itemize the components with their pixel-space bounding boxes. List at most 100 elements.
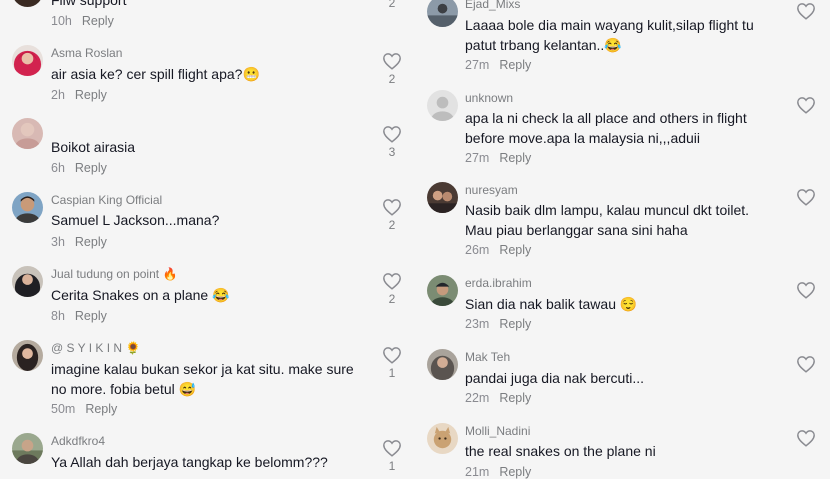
- like-button[interactable]: [795, 281, 817, 299]
- avatar[interactable]: [427, 182, 458, 213]
- avatar[interactable]: [12, 192, 43, 223]
- comment-meta: 2h Reply: [51, 88, 107, 102]
- comment-username[interactable]: Caspian King Official: [51, 193, 162, 207]
- comment-username[interactable]: Ejad_Mixs: [465, 0, 520, 11]
- reply-button[interactable]: Reply: [499, 317, 531, 331]
- comment-time: 6h: [51, 161, 65, 175]
- heart-icon: [797, 356, 815, 373]
- reply-button[interactable]: Reply: [75, 309, 107, 323]
- comment-meta: 26m Reply: [465, 243, 531, 257]
- comment-time: 10h: [51, 14, 72, 28]
- like-count: 1: [388, 366, 396, 380]
- comment-meta: 8h Reply: [51, 309, 107, 323]
- comment-meta: 22m Reply: [465, 391, 531, 405]
- comment-username[interactable]: @ S Y I K I N 🌻: [51, 341, 140, 355]
- comment-username[interactable]: Mak Teh: [465, 350, 510, 364]
- reply-button[interactable]: Reply: [75, 88, 107, 102]
- comment-meta: 10h Reply: [51, 14, 114, 28]
- heart-icon: [383, 199, 401, 216]
- avatar[interactable]: [427, 90, 458, 121]
- comment-meta: 50m Reply: [51, 402, 117, 416]
- like-button[interactable]: 2: [381, 52, 403, 86]
- comment-text: Fiiw support: [51, 0, 127, 8]
- comment-time: 50m: [51, 402, 76, 416]
- like-button[interactable]: 1: [381, 346, 403, 380]
- heart-icon: [797, 189, 815, 206]
- comment-meta: 6h Reply: [51, 161, 107, 175]
- comment-text: Cerita Snakes on a plane 😂: [51, 287, 230, 303]
- like-button[interactable]: [795, 188, 817, 206]
- like-button[interactable]: 2: [381, 272, 403, 306]
- heart-icon: [797, 3, 815, 20]
- comment-time: 23m: [465, 317, 490, 331]
- fire-emoji: 🔥: [162, 267, 178, 281]
- like-button[interactable]: 1: [381, 439, 403, 473]
- avatar[interactable]: [427, 275, 458, 306]
- reply-button[interactable]: Reply: [499, 391, 531, 405]
- like-button[interactable]: 2: [381, 0, 403, 10]
- like-count: 2: [388, 72, 396, 86]
- like-button[interactable]: 3: [381, 125, 403, 159]
- grimace-emoji: 😬: [242, 66, 260, 82]
- comment-text: Boikot airasia: [51, 139, 136, 155]
- avatar[interactable]: [12, 45, 43, 76]
- avatar[interactable]: [12, 340, 43, 371]
- like-count: 2: [388, 292, 396, 306]
- avatar[interactable]: [12, 118, 43, 149]
- avatar[interactable]: [12, 0, 43, 7]
- reply-button[interactable]: Reply: [499, 58, 531, 72]
- comment-text: Laaaa bole dia main wayang kulit,silap f…: [465, 17, 754, 53]
- avatar[interactable]: [12, 266, 43, 297]
- comment-text: pandai juga dia nak bercuti...: [465, 370, 645, 386]
- heart-icon: [797, 282, 815, 299]
- reply-button[interactable]: Reply: [75, 235, 107, 249]
- heart-icon: [383, 273, 401, 290]
- comment-time: 27m: [465, 58, 490, 72]
- comment-username[interactable]: Adkdfkro4: [51, 434, 105, 448]
- like-button[interactable]: 2: [381, 198, 403, 232]
- comment-username[interactable]: nuresyam: [465, 183, 518, 197]
- reply-button[interactable]: Reply: [499, 243, 531, 257]
- avatar[interactable]: [427, 349, 458, 380]
- comment-text: Ya Allah dah berjaya tangkap ke belomm??…: [51, 454, 328, 470]
- comment-text: Samuel L Jackson...mana?: [51, 212, 220, 228]
- heart-icon: [383, 347, 401, 364]
- comment-text: the real snakes on the plane ni: [465, 443, 656, 459]
- comment-username[interactable]: Jual tudung on point 🔥: [51, 267, 177, 281]
- like-count: 3: [388, 145, 396, 159]
- like-count: 2: [388, 0, 396, 10]
- reply-button[interactable]: Reply: [75, 161, 107, 175]
- comment-username[interactable]: unknown: [465, 91, 513, 105]
- like-button[interactable]: [795, 429, 817, 447]
- heart-icon: [383, 53, 401, 70]
- avatar[interactable]: [12, 433, 43, 464]
- comment-time: 8h: [51, 309, 65, 323]
- like-button[interactable]: [795, 96, 817, 114]
- comment-time: 22m: [465, 391, 490, 405]
- reply-button[interactable]: Reply: [499, 151, 531, 165]
- sunflower-emoji: 🌻: [125, 341, 141, 355]
- avatar[interactable]: [427, 423, 458, 454]
- comment-time: 27m: [465, 151, 490, 165]
- comment-text: imagine kalau bukan sekor ja kat situ. m…: [51, 361, 354, 397]
- like-button[interactable]: [795, 355, 817, 373]
- comment-username[interactable]: Asma Roslan: [51, 46, 122, 60]
- reply-button[interactable]: Reply: [85, 402, 117, 416]
- heart-icon: [383, 126, 401, 143]
- reply-button[interactable]: Reply: [82, 14, 114, 28]
- comment-meta: 3h Reply: [51, 235, 107, 249]
- comment-time: 2h: [51, 88, 65, 102]
- comment-username[interactable]: erda.ibrahim: [465, 276, 532, 290]
- comment-meta: 23m Reply: [465, 317, 531, 331]
- comment-time: 26m: [465, 243, 490, 257]
- like-button[interactable]: [795, 2, 817, 20]
- heart-icon: [797, 430, 815, 447]
- comment-column-left: Fiiw support 10h Reply 2 Asma Roslan air …: [0, 0, 410, 477]
- avatar[interactable]: [427, 0, 458, 27]
- laughing-emoji: 😂: [604, 37, 622, 53]
- like-count: 2: [388, 218, 396, 232]
- comment-text: Nasib baik dlm lampu, kalau muncul dkt t…: [465, 202, 750, 238]
- like-count: 1: [388, 459, 396, 473]
- comment-meta: 27m Reply: [465, 151, 531, 165]
- comment-username[interactable]: Molli_Nadini: [465, 424, 530, 438]
